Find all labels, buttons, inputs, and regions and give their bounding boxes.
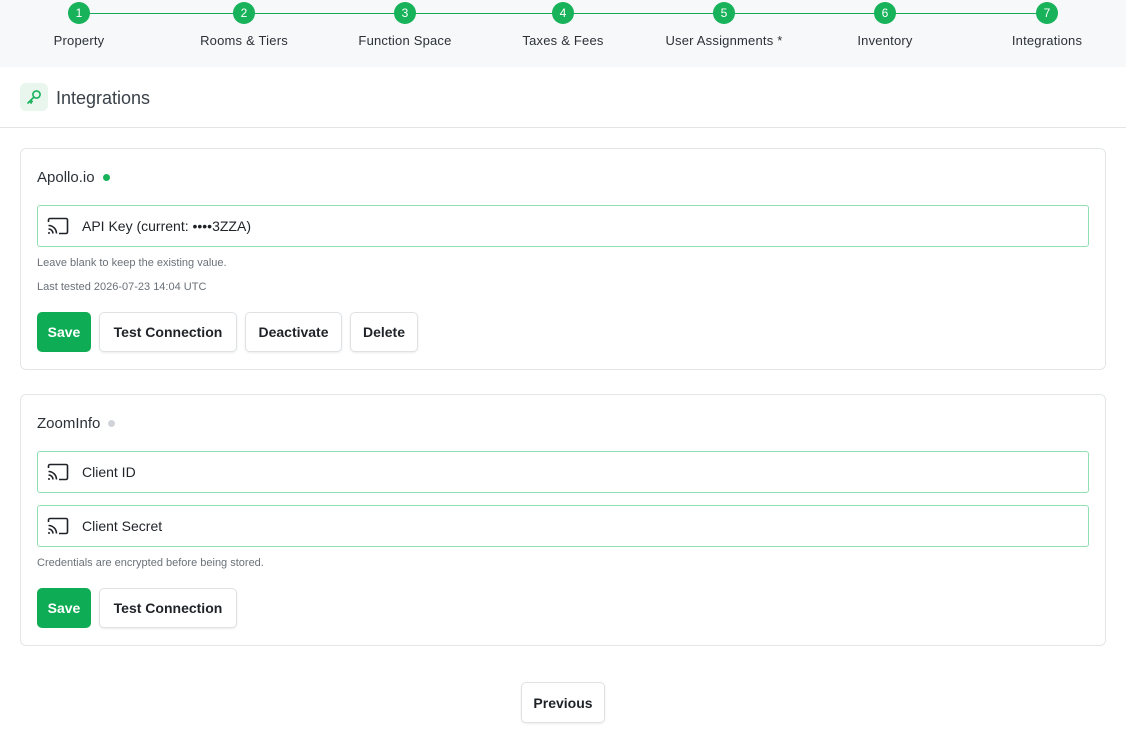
step-label: User Assignments *: [665, 33, 783, 48]
step-user-assignments[interactable]: 5 User Assignments *: [644, 2, 804, 48]
step-number: 5: [713, 2, 735, 24]
save-button[interactable]: Save: [37, 312, 91, 352]
help-text-encrypted: Credentials are encrypted before being s…: [37, 557, 264, 569]
page-header: Integrations: [0, 67, 1126, 128]
step-number: 4: [552, 2, 574, 24]
page-title: Integrations: [56, 88, 151, 108]
step-label: Rooms & Tiers: [200, 33, 288, 48]
step-label: Taxes & Fees: [522, 33, 604, 48]
integration-title: ZoomInfo: [37, 415, 116, 432]
step-number: 1: [68, 2, 90, 24]
step-label: Inventory: [857, 33, 913, 48]
step-number: 2: [233, 2, 255, 24]
integration-name: ZoomInfo: [37, 415, 101, 432]
step-number: 3: [394, 2, 416, 24]
cast-icon: [46, 216, 70, 236]
cast-icon: [46, 462, 70, 482]
step-label: Property: [53, 33, 105, 48]
step-property[interactable]: 1 Property: [0, 2, 159, 48]
delete-button[interactable]: Delete: [350, 312, 418, 352]
integration-title: Apollo.io: [37, 169, 110, 186]
deactivate-button[interactable]: Deactivate: [245, 312, 342, 352]
step-inventory[interactable]: 6 Inventory: [805, 2, 965, 48]
step-integrations[interactable]: 7 Integrations: [967, 2, 1126, 48]
client-id-label: Client ID: [82, 464, 136, 480]
save-button[interactable]: Save: [37, 588, 91, 628]
client-secret-field[interactable]: Client Secret: [37, 505, 1089, 547]
cast-icon: [46, 516, 70, 536]
step-number: 7: [1036, 2, 1058, 24]
integration-name: Apollo.io: [37, 169, 95, 186]
status-inactive-dot: [108, 420, 116, 427]
wizard-stepper: 1 Property 2 Rooms & Tiers 3 Function Sp…: [0, 0, 1126, 67]
help-text-blank: Leave blank to keep the existing value.: [37, 257, 227, 269]
step-label: Integrations: [1011, 33, 1083, 48]
step-number: 6: [874, 2, 896, 24]
status-active-dot: [102, 174, 110, 181]
test-connection-button[interactable]: Test Connection: [99, 312, 237, 352]
step-rooms-tiers[interactable]: 2 Rooms & Tiers: [164, 2, 324, 48]
step-taxes-fees[interactable]: 4 Taxes & Fees: [483, 2, 643, 48]
client-secret-label: Client Secret: [82, 518, 163, 534]
api-key-field[interactable]: API Key (current: ••••3ZZA): [37, 205, 1089, 247]
apollo-integration-card: Apollo.io API Key (current: ••••3ZZA) Le…: [20, 148, 1106, 370]
client-id-field[interactable]: Client ID: [37, 451, 1089, 493]
previous-button[interactable]: Previous: [521, 682, 605, 723]
api-key-label: API Key (current: ••••3ZZA): [82, 218, 251, 234]
step-function-space[interactable]: 3 Function Space: [325, 2, 485, 48]
step-label: Function Space: [358, 33, 452, 48]
last-tested-text: Last tested 2026-07-23 14:04 UTC: [37, 281, 207, 293]
test-connection-button[interactable]: Test Connection: [99, 588, 237, 628]
key-icon: [20, 83, 48, 111]
zoominfo-integration-card: ZoomInfo Client ID Client Secret Credent…: [20, 394, 1106, 646]
